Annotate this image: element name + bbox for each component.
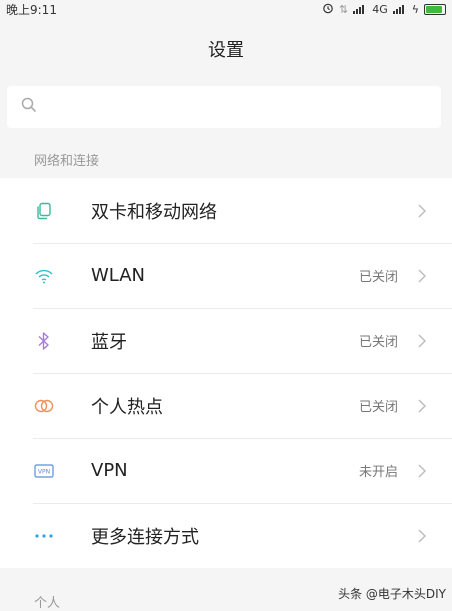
vpn-icon: VPN	[32, 459, 56, 483]
chevron-right-icon	[414, 203, 430, 219]
list-item-wlan[interactable]: WLAN 已关闭	[0, 243, 452, 308]
list-item-label: 蓝牙	[91, 331, 127, 353]
search-input[interactable]	[37, 98, 441, 116]
list-item-status: 已关闭	[358, 270, 398, 285]
list-item-label: 更多连接方式	[91, 526, 199, 548]
chevron-right-icon	[414, 268, 430, 284]
svg-text:VPN: VPN	[38, 468, 50, 475]
list-item-label: 双卡和移动网络	[91, 201, 217, 223]
list-item-label: VPN	[91, 460, 128, 481]
chevron-right-icon	[414, 398, 430, 414]
list-item-more-connections[interactable]: 更多连接方式	[0, 503, 452, 568]
alarm-icon	[322, 2, 334, 17]
chevron-right-icon	[414, 463, 430, 479]
list-item-status: 未开启	[358, 465, 398, 480]
signal-icon-2	[392, 4, 407, 14]
settings-list: 双卡和移动网络 WLAN 已关闭 蓝牙 已关闭 个人热点 已关闭 VPN VPN…	[0, 178, 452, 568]
list-item-hotspot[interactable]: 个人热点 已关闭	[0, 373, 452, 438]
watermark: 头条 @电子木头DIY	[338, 587, 446, 601]
signal-icon	[353, 4, 367, 14]
status-bar: 晚上9:11 ⇅ 4G ϟ	[0, 0, 452, 18]
list-item-vpn[interactable]: VPN VPN 未开启	[0, 438, 452, 503]
bluetooth-icon	[32, 329, 56, 353]
sim-card-icon	[32, 199, 56, 223]
network-type: 4G	[372, 2, 388, 16]
battery-icon	[424, 3, 446, 15]
wifi-icon	[32, 264, 56, 288]
list-item-status: 已关闭	[358, 335, 398, 350]
chevron-right-icon	[414, 333, 430, 349]
search-icon	[21, 97, 37, 117]
page-title: 设置	[208, 40, 244, 61]
charging-icon: ϟ	[411, 2, 419, 16]
data-transfer-icon: ⇅	[338, 2, 349, 16]
chevron-right-icon	[414, 528, 430, 544]
list-item-label: 个人热点	[91, 396, 163, 418]
section-title-network: 网络和连接	[34, 154, 100, 169]
more-icon	[32, 524, 56, 548]
status-time: 晚上9:11	[6, 2, 57, 17]
search-bar[interactable]	[7, 86, 441, 128]
status-icons: ⇅ 4G ϟ	[322, 2, 446, 17]
list-item-status: 已关闭	[358, 400, 398, 415]
list-item-bluetooth[interactable]: 蓝牙 已关闭	[0, 308, 452, 373]
list-item-label: WLAN	[91, 265, 146, 286]
list-item-dual-sim[interactable]: 双卡和移动网络	[0, 178, 452, 243]
hotspot-icon	[32, 394, 56, 418]
section-title-personal: 个人	[34, 596, 61, 611]
